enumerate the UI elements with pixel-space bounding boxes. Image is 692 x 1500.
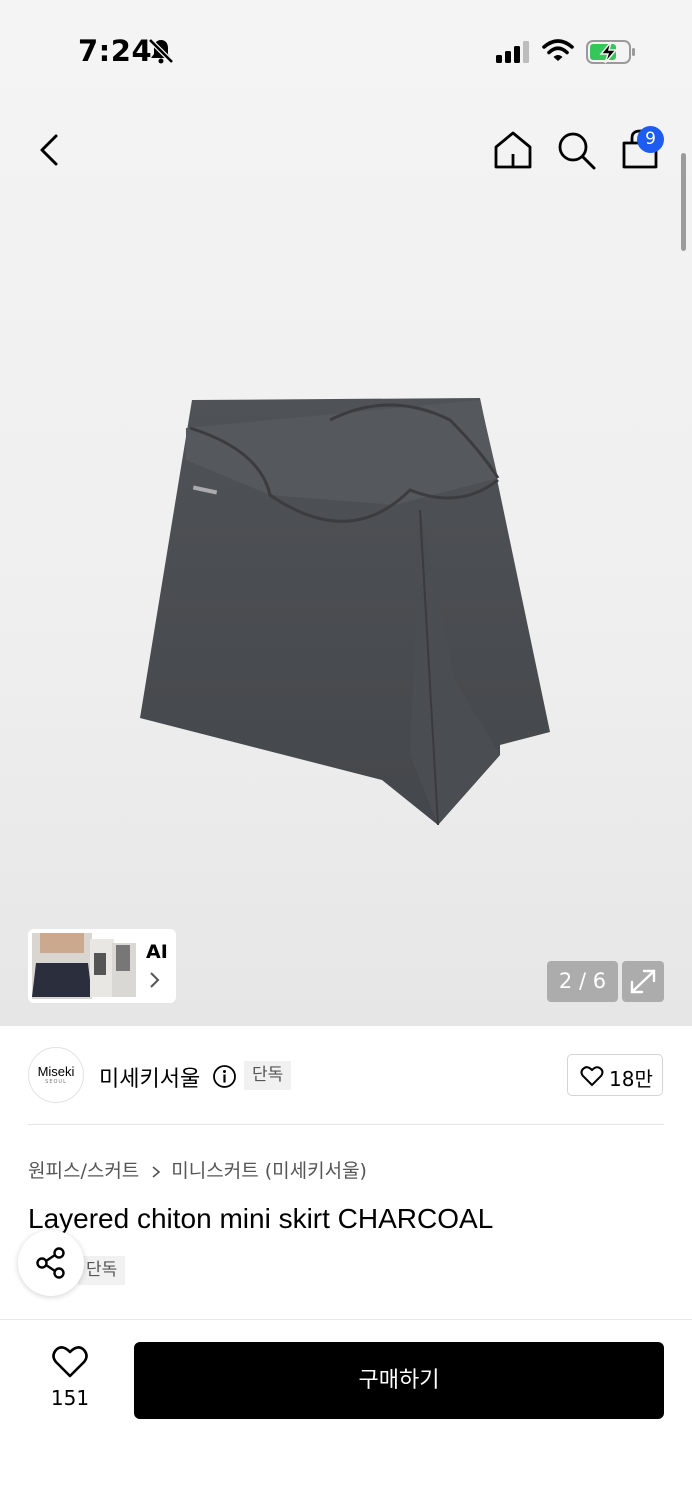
breadcrumb-category[interactable]: 원피스/스커트 [28,1160,139,1182]
heart-icon[interactable] [51,1345,89,1379]
chevron-right-icon [152,1165,161,1178]
chevron-right-icon [150,972,160,988]
product-title: Layered chiton mini skirt CHARCOAL [28,1203,494,1234]
search-icon[interactable] [554,128,598,172]
exclusive-tag: 단독 [78,1256,126,1285]
home-icon[interactable] [491,128,535,172]
ai-styling-card[interactable]: AI [28,929,176,1003]
brand-like-count: 18만 [609,1067,653,1091]
divider [28,1124,664,1125]
battery-charging-icon [586,40,635,64]
brand-name[interactable]: 미세키서울 [99,1061,200,1093]
brand-like-button[interactable]: 18만 [567,1054,663,1096]
back-arrow-icon[interactable] [32,128,68,172]
bell-slash-icon [148,38,174,64]
image-pager: 2 / 6 [547,961,618,1002]
heart-icon [580,1066,604,1087]
share-button[interactable] [18,1230,84,1296]
buy-button[interactable]: 구매하기 [134,1342,664,1419]
breadcrumb-subcategory[interactable]: 미니스커트 (미세키서울) [171,1160,367,1182]
ai-preview-thumbnail [32,933,136,999]
wishlist-count: 151 [50,1386,90,1410]
exclusive-tag: 단독 [244,1061,292,1090]
brand-logo-subtext: SEOUL [45,1079,67,1085]
info-icon[interactable] [212,1064,237,1089]
product-photo[interactable] [120,380,570,840]
breadcrumb: 원피스/스커트 미니스커트 (미세키서울) [28,1156,367,1183]
expand-button[interactable] [622,961,664,1002]
expand-icon [630,969,656,994]
scroll-indicator [681,153,686,251]
brand-logo-text: Miseki [37,1064,75,1079]
wifi-icon [542,39,574,61]
cellular-signal-icon [496,41,529,63]
status-time: 7:24 [78,34,153,68]
cart-count-badge: 9 [637,126,664,153]
brand-logo[interactable]: Miseki SEOUL [28,1047,84,1103]
share-icon [36,1247,65,1279]
ai-label: AI [146,941,168,963]
